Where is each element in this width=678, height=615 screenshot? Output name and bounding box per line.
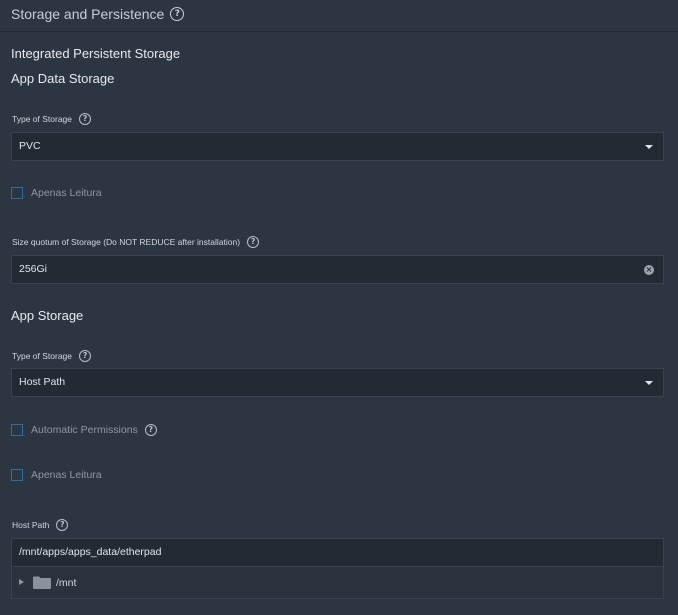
help-icon[interactable]: ? bbox=[79, 113, 92, 125]
expand-arrow-icon[interactable] bbox=[19, 579, 24, 585]
app-data-readonly-label: Apenas Leitura bbox=[31, 187, 102, 199]
app-data-readonly-checkbox[interactable] bbox=[11, 187, 23, 199]
app-data-readonly-row[interactable]: Apenas Leitura bbox=[11, 187, 102, 199]
app-data-type-label-text: Type of Storage bbox=[12, 114, 73, 124]
chevron-down-icon[interactable] bbox=[645, 381, 653, 385]
section-title: Storage and Persistence bbox=[11, 6, 165, 22]
app-storage-readonly-label: Apenas Leitura bbox=[31, 469, 102, 481]
host-path-value: /mnt/apps/apps_data/etherpad bbox=[19, 546, 162, 558]
help-icon[interactable]: ? bbox=[56, 519, 69, 531]
help-icon[interactable]: ? bbox=[247, 236, 260, 248]
app-storage-type-value: Host Path bbox=[19, 376, 66, 388]
host-path-input[interactable]: /mnt/apps/apps_data/etherpad bbox=[11, 538, 664, 567]
storage-settings-page: Storage and Persistence ? Integrated Per… bbox=[0, 0, 678, 615]
auto-permissions-label: Automatic Permissions bbox=[31, 424, 138, 436]
app-data-type-value: PVC bbox=[19, 140, 41, 152]
app-storage-readonly-checkbox[interactable] bbox=[11, 469, 23, 481]
size-quota-value: 256Gi bbox=[19, 263, 48, 275]
host-path-tree: /mnt bbox=[11, 567, 664, 599]
integrated-storage-heading: Integrated Persistent Storage bbox=[11, 46, 181, 61]
host-path-label-text: Host Path bbox=[12, 520, 50, 530]
auto-permissions-row[interactable]: Automatic Permissions ? bbox=[11, 424, 157, 436]
help-icon[interactable]: ? bbox=[144, 424, 157, 436]
app-storage-type-label: Type of Storage ? bbox=[12, 350, 92, 362]
clear-icon[interactable]: × bbox=[644, 265, 654, 275]
size-quota-label-text: Size quotum of Storage (Do NOT REDUCE af… bbox=[12, 237, 241, 247]
size-quota-label: Size quotum of Storage (Do NOT REDUCE af… bbox=[12, 236, 260, 248]
help-icon[interactable]: ? bbox=[170, 7, 185, 21]
help-icon[interactable]: ? bbox=[79, 350, 92, 362]
section-title-wrap: Storage and Persistence ? bbox=[11, 6, 185, 22]
folder-icon[interactable] bbox=[33, 576, 51, 589]
app-storage-readonly-row[interactable]: Apenas Leitura bbox=[11, 469, 102, 481]
app-data-type-label: Type of Storage ? bbox=[12, 113, 92, 125]
section-header: Storage and Persistence ? bbox=[0, 0, 678, 32]
app-storage-type-label-text: Type of Storage bbox=[12, 351, 73, 361]
app-storage-type-select[interactable]: Host Path bbox=[11, 368, 664, 397]
host-path-label: Host Path ? bbox=[12, 519, 69, 531]
app-data-storage-heading: App Data Storage bbox=[11, 71, 115, 86]
auto-permissions-label-wrap: Automatic Permissions ? bbox=[31, 424, 157, 436]
tree-node-label[interactable]: /mnt bbox=[56, 577, 76, 589]
size-quota-input[interactable]: 256Gi × bbox=[11, 255, 664, 284]
auto-permissions-checkbox[interactable] bbox=[11, 424, 23, 436]
app-storage-heading: App Storage bbox=[11, 308, 84, 323]
app-data-type-select[interactable]: PVC bbox=[11, 132, 664, 161]
chevron-down-icon[interactable] bbox=[645, 145, 653, 149]
